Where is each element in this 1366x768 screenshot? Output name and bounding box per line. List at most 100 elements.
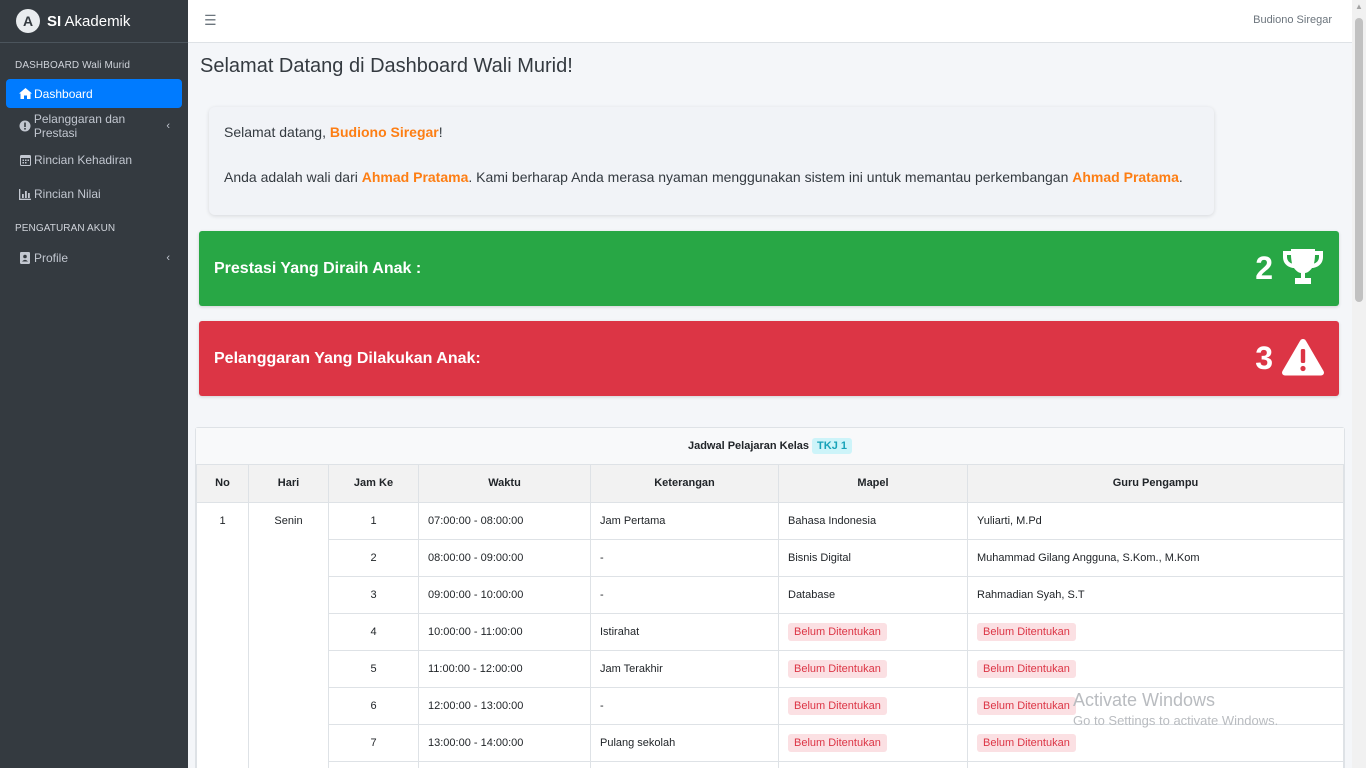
scroll-up-arrow-icon[interactable]: ▲ — [1355, 2, 1363, 11]
pelanggaran-box: Pelanggaran Yang Dilakukan Anak: 3 — [199, 321, 1339, 396]
col-header-hari: Hari — [248, 465, 329, 503]
pelanggaran-count: 3 — [1255, 340, 1273, 376]
cell-jam: 5 — [328, 649, 419, 688]
description-prefix: Anda adalah wali dari — [224, 169, 362, 185]
cell-waktu: 13:00:00 - 14:00:00 — [418, 723, 591, 762]
sidebar-item-pelanggaran-prestasi[interactable]: Pelanggaran dan Prestasi ‹ — [6, 110, 182, 142]
cell-waktu — [418, 760, 591, 768]
cell-keterangan: - — [590, 538, 779, 577]
status-badge: Belum Ditentukan — [788, 733, 887, 752]
prestasi-box: Prestasi Yang Diraih Anak : 2 — [199, 231, 1339, 306]
brand[interactable]: A SI Akademik — [0, 0, 188, 43]
greeting-prefix: Selamat datang, — [224, 124, 330, 140]
cell-guru: Muhammad Gilang Angguna, S.Kom., M.Kom — [967, 538, 1344, 577]
menu-toggle-icon[interactable]: ☰ — [204, 12, 217, 29]
cell-waktu: 11:00:00 - 12:00:00 — [418, 649, 591, 688]
cell-waktu: 09:00:00 - 10:00:00 — [418, 575, 591, 614]
cell-mapel: Belum Ditentukan — [778, 723, 968, 762]
table-row-partial — [197, 760, 1344, 768]
sidebar-item-label: Pelanggaran dan Prestasi — [33, 112, 126, 140]
status-badge: Belum Ditentukan — [977, 733, 1076, 752]
brand-rest: Akademik — [64, 12, 131, 30]
cell-hari: Senin — [248, 501, 329, 768]
cell-jam: 2 — [328, 538, 419, 577]
page-title: Selamat Datang di Dashboard Wali Murid! — [200, 55, 573, 77]
watermark-subtitle: Go to Settings to activate Windows. — [1073, 713, 1279, 728]
table-row: 1 Senin 1 07:00:00 - 08:00:00 Jam Pertam… — [196, 501, 1344, 768]
cell-keterangan: Istirahat — [590, 612, 779, 651]
table-row: 5 11:00:00 - 12:00:00 Jam Terakhir Belum… — [197, 649, 1344, 688]
status-badge: Belum Ditentukan — [788, 696, 887, 715]
id-badge-icon — [18, 252, 32, 264]
cell-waktu: 07:00:00 - 08:00:00 — [418, 501, 591, 540]
status-badge: Belum Ditentukan — [977, 622, 1076, 641]
status-badge: Belum Ditentukan — [788, 622, 887, 641]
brand-text: SI Akademik — [47, 13, 130, 30]
cell-mapel: Belum Ditentukan — [778, 612, 968, 651]
schedule-caption-text: Jadwal Pelajaran Kelas — [687, 440, 810, 452]
status-badge: Belum Ditentukan — [977, 696, 1076, 715]
trophy-icon — [1281, 247, 1325, 292]
table-header-row: No Hari Jam Ke Waktu Keterangan Mapel Gu… — [196, 465, 1344, 503]
chevron-left-icon: ‹ — [166, 120, 170, 132]
cell-guru: Belum Ditentukan — [967, 612, 1344, 651]
user-menu[interactable]: Budiono Siregar — [1253, 14, 1332, 26]
cell-guru — [967, 760, 1344, 768]
watermark-title: Activate Windows — [1073, 690, 1216, 710]
chevron-left-icon: ‹ — [166, 252, 170, 264]
cell-jam: 6 — [328, 686, 419, 725]
sidebar-item-label: Rincian Nilai — [34, 187, 101, 201]
cell-waktu: 08:00:00 - 09:00:00 — [418, 538, 591, 577]
table-row: 7 13:00:00 - 14:00:00 Pulang sekolah Bel… — [197, 723, 1344, 762]
col-header-waktu: Waktu — [418, 465, 591, 503]
cell-mapel — [778, 760, 968, 768]
calendar-icon — [18, 154, 32, 166]
cell-keterangan: Pulang sekolah — [590, 723, 779, 762]
pelanggaran-label: Pelanggaran Yang Dilakukan Anak: — [214, 349, 481, 367]
cell-guru: Belum Ditentukan — [967, 723, 1344, 762]
sidebar-item-rincian-nilai[interactable]: Rincian Nilai — [6, 178, 182, 210]
col-header-jam: Jam Ke — [328, 465, 419, 503]
warning-icon — [1281, 337, 1325, 382]
cell-guru: Belum Ditentukan — [967, 649, 1344, 688]
cell-jam — [328, 760, 419, 768]
cell-guru: Yuliarti, M.Pd — [967, 501, 1344, 540]
cell-waktu: 10:00:00 - 11:00:00 — [418, 612, 591, 651]
page-scrollbar[interactable]: ▲ — [1352, 0, 1366, 768]
cell-keterangan: Jam Terakhir — [590, 649, 779, 688]
scroll-thumb[interactable] — [1355, 18, 1363, 302]
cell-mapel: Belum Ditentukan — [778, 649, 968, 688]
table-row: 2 08:00:00 - 09:00:00 - Bisnis Digital M… — [197, 538, 1344, 577]
child-name: Ahmad Pratama — [361, 169, 469, 185]
sidebar-item-dashboard[interactable]: Dashboard — [6, 79, 182, 108]
welcome-greeting: Selamat datang, Budiono Siregar! — [224, 123, 1199, 141]
nav-header-dashboard: DASHBOARD Wali Murid — [15, 59, 130, 71]
cell-guru: Rahmadian Syah, S.T — [967, 575, 1344, 614]
cell-jam: 3 — [328, 575, 419, 614]
parent-name: Budiono Siregar — [329, 124, 439, 140]
schedule-caption: Jadwal Pelajaran Kelas TKJ 1 — [196, 428, 1344, 465]
col-header-no: No — [196, 465, 249, 503]
greeting-suffix: ! — [438, 124, 443, 140]
cell-keterangan: Jam Pertama — [590, 501, 779, 540]
status-badge: Belum Ditentukan — [788, 659, 887, 678]
cell-no: 1 — [196, 501, 249, 768]
nav-header-pengaturan: PENGATURAN AKUN — [15, 222, 116, 234]
brand-bold: SI — [47, 12, 62, 30]
col-header-mapel: Mapel — [778, 465, 968, 503]
sidebar: A SI Akademik DASHBOARD Wali Murid Dashb… — [0, 0, 188, 768]
sidebar-item-label: Dashboard — [34, 86, 93, 101]
cell-mapel: Bahasa Indonesia — [778, 501, 968, 540]
welcome-card: Selamat datang, Budiono Siregar! Anda ad… — [209, 107, 1214, 215]
bar-chart-icon — [18, 188, 32, 200]
table-row: 3 09:00:00 - 10:00:00 - Database Rahmadi… — [197, 575, 1344, 614]
status-badge: Belum Ditentukan — [977, 659, 1076, 678]
cell-mapel: Belum Ditentukan — [778, 686, 968, 725]
sidebar-item-profile[interactable]: Profile ‹ — [6, 242, 182, 274]
description-suffix: . — [1178, 169, 1183, 185]
cell-mapel: Database — [778, 575, 968, 614]
prestasi-label: Prestasi Yang Diraih Anak : — [214, 259, 422, 277]
sidebar-item-rincian-kehadiran[interactable]: Rincian Kehadiran — [6, 144, 182, 176]
brand-logo-letter: A — [22, 13, 34, 29]
exclamation-circle-icon — [18, 120, 32, 132]
